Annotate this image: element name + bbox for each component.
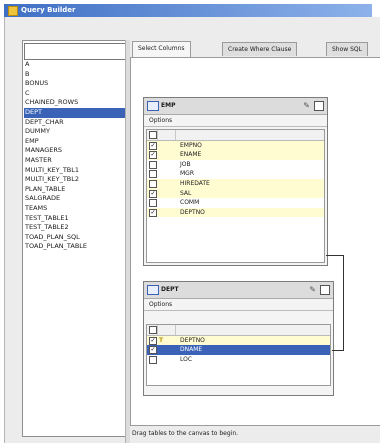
column-row[interactable]: HIREDATE bbox=[147, 178, 324, 189]
column-checkbox[interactable] bbox=[149, 355, 157, 364]
dept-table-header[interactable]: DEPT ✎ bbox=[144, 282, 333, 299]
table-list-item[interactable]: MULTI_KEY_TBL2 bbox=[24, 175, 125, 185]
app-icon bbox=[8, 6, 18, 16]
tab-select-columns[interactable]: Select Columns bbox=[132, 41, 191, 57]
column-row[interactable]: ✓ ENAME bbox=[147, 150, 324, 160]
table-list-item[interactable]: TEAMS bbox=[24, 204, 125, 214]
column-name: MGR bbox=[180, 170, 194, 178]
column-name: COMM bbox=[180, 199, 200, 207]
emp-table-name: EMP bbox=[161, 102, 176, 109]
column-separator bbox=[157, 130, 158, 140]
column-row[interactable]: ✓ EMPNO bbox=[147, 140, 324, 151]
column-name: DEPTNO bbox=[180, 336, 205, 344]
dept-options-menu[interactable]: Options bbox=[144, 299, 333, 311]
column-checkbox[interactable]: ✓ bbox=[149, 346, 157, 355]
column-row[interactable]: COMM bbox=[147, 198, 324, 208]
column-row[interactable]: ✓ DNAME bbox=[147, 345, 330, 355]
table-icon bbox=[147, 101, 159, 111]
emp-column-grid: ✓ EMPNO ✓ ENAME JOB MGR HIREDATE ✓ SAL COMM ✓ DEPTN… bbox=[146, 129, 325, 263]
table-list-item[interactable]: TOAD_PLAN_TABLE bbox=[24, 242, 125, 252]
maximize-icon[interactable] bbox=[320, 285, 330, 295]
emp-options-menu[interactable]: Options bbox=[144, 115, 327, 127]
column-name: LOC bbox=[180, 355, 193, 363]
key-icon: T bbox=[159, 336, 164, 344]
tab-create-where-clause[interactable]: Create Where Clause bbox=[222, 42, 298, 56]
column-checkbox[interactable] bbox=[149, 179, 157, 188]
column-checkbox[interactable] bbox=[149, 160, 157, 169]
table-list-item[interactable]: DUMMY bbox=[24, 127, 125, 137]
column-separator bbox=[157, 325, 158, 335]
column-checkbox[interactable] bbox=[149, 199, 157, 208]
table-list-item[interactable]: EMP bbox=[24, 137, 125, 147]
column-separator bbox=[175, 130, 176, 140]
table-list-item[interactable]: TEST_TABLE1 bbox=[24, 214, 125, 224]
dept-column-grid: ✓ T DEPTNO ✓ DNAME LOC bbox=[146, 324, 331, 386]
column-checkbox[interactable]: ✓ bbox=[149, 208, 157, 217]
column-name: DNAME bbox=[180, 346, 203, 354]
dept-table-name: DEPT bbox=[161, 286, 179, 293]
table-list-item[interactable]: BONUS bbox=[24, 79, 125, 89]
window-titlebar: Query Builder bbox=[4, 4, 372, 17]
pin-icon[interactable]: ✎ bbox=[303, 101, 310, 110]
table-list-item[interactable]: MANAGERS bbox=[24, 146, 125, 156]
join-line bbox=[326, 255, 344, 256]
table-list-item[interactable]: B bbox=[24, 70, 125, 80]
join-line bbox=[332, 350, 344, 351]
table-list-item[interactable]: TEST_TABLE2 bbox=[24, 223, 125, 233]
column-row[interactable]: ✓ T DEPTNO bbox=[147, 335, 330, 346]
tab-strip: Select Columns Create Where Clause Show … bbox=[130, 40, 380, 57]
table-list-item[interactable]: SALGRADE bbox=[24, 194, 125, 204]
table-list-item[interactable]: TOAD_PLAN_SQL bbox=[24, 233, 125, 243]
dept-table-box[interactable]: DEPT ✎ Options ✓ T DEPTNO ✓ DNAME LOC bbox=[143, 281, 334, 396]
join-line bbox=[343, 255, 344, 351]
table-icon bbox=[147, 285, 159, 295]
table-list-item[interactable]: DEPT_CHAR bbox=[24, 118, 125, 128]
select-all-checkbox[interactable] bbox=[149, 326, 157, 334]
status-bar: Drag tables to the canvas to begin. bbox=[130, 427, 380, 441]
table-list-item[interactable]: CHAINED_ROWS bbox=[24, 98, 125, 108]
grid-header-row bbox=[147, 325, 330, 336]
table-list-item[interactable]: A bbox=[24, 60, 125, 70]
column-row[interactable]: JOB bbox=[147, 160, 324, 170]
emp-table-header[interactable]: EMP ✎ bbox=[144, 98, 327, 115]
emp-table-box[interactable]: EMP ✎ Options ✓ EMPNO ✓ ENAME JOB MGR HIREDATE… bbox=[143, 97, 328, 266]
column-row[interactable]: MGR bbox=[147, 169, 324, 179]
select-all-checkbox[interactable] bbox=[149, 131, 157, 139]
column-checkbox[interactable]: ✓ bbox=[149, 336, 157, 345]
column-name: DEPTNO bbox=[180, 208, 205, 216]
table-list: A B BONUS C CHAINED_ROWS DEPT DEPT_CHAR DUMMY EM… bbox=[24, 60, 125, 252]
column-checkbox[interactable]: ✓ bbox=[149, 151, 157, 160]
column-name: EMPNO bbox=[180, 141, 202, 149]
column-separator bbox=[175, 325, 176, 335]
column-name: JOB bbox=[180, 160, 191, 168]
pin-icon[interactable]: ✎ bbox=[309, 285, 316, 294]
column-checkbox[interactable]: ✓ bbox=[149, 189, 157, 198]
column-row[interactable]: ✓ DEPTNO bbox=[147, 207, 324, 218]
table-list-item[interactable]: C bbox=[24, 89, 125, 99]
table-list-item[interactable]: MASTER bbox=[24, 156, 125, 166]
grid-header-row bbox=[147, 130, 324, 141]
column-name: SAL bbox=[180, 189, 192, 197]
maximize-icon[interactable] bbox=[314, 101, 324, 111]
column-name: HIREDATE bbox=[180, 179, 210, 187]
search-input[interactable] bbox=[24, 43, 128, 60]
table-list-item[interactable]: PLAN_TABLE bbox=[24, 185, 125, 195]
column-name: ENAME bbox=[180, 151, 202, 159]
column-checkbox[interactable] bbox=[149, 170, 157, 179]
tab-show-sql[interactable]: Show SQL bbox=[326, 42, 368, 56]
window-title: Query Builder bbox=[21, 6, 76, 14]
column-checkbox[interactable]: ✓ bbox=[149, 141, 157, 150]
column-row[interactable]: ✓ SAL bbox=[147, 188, 324, 199]
table-list-item[interactable]: DEPT bbox=[24, 107, 125, 118]
table-list-item[interactable]: MULTI_KEY_TBL1 bbox=[24, 166, 125, 176]
column-row[interactable]: LOC bbox=[147, 355, 330, 365]
